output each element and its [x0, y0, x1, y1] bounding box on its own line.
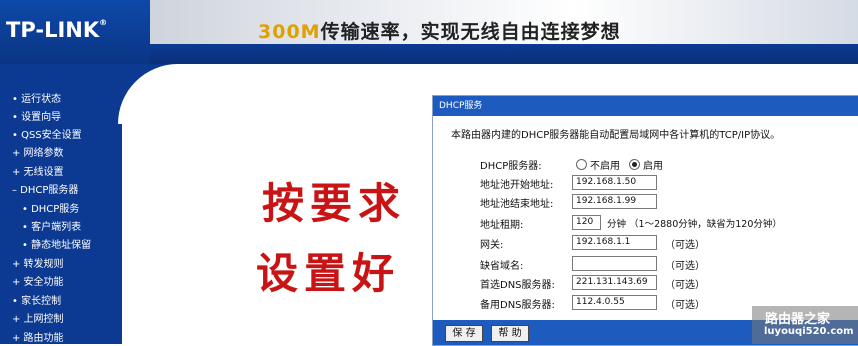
- pool-start-label: 地址池开始地址:: [480, 180, 554, 191]
- help-button[interactable]: 帮 助: [491, 325, 529, 342]
- radio-enable-label: 启用: [643, 161, 663, 172]
- dns2-input[interactable]: 112.4.0.55: [572, 295, 657, 310]
- pool-end-input[interactable]: 192.168.1.99: [572, 194, 657, 209]
- panel-title: DHCP服务: [433, 96, 858, 116]
- dhcp-server-label: DHCP服务器:: [480, 161, 542, 172]
- lease-label: 地址租期:: [480, 220, 524, 231]
- dns1-optional: （可选）: [665, 280, 705, 291]
- gateway-input[interactable]: 192.168.1.1: [572, 235, 657, 250]
- radio-enable-dot: [632, 162, 637, 167]
- pool-end-label: 地址池结束地址:: [480, 199, 554, 210]
- panel-description: 本路由器内建的DHCP服务器能自动配置局域网中各计算机的TCP/IP协议。: [451, 130, 781, 141]
- watermark-url: luyouqi520.com: [764, 326, 854, 337]
- radio-disable-label: 不启用: [590, 161, 620, 172]
- lease-input[interactable]: 120: [572, 215, 601, 230]
- dns2-optional: （可选）: [665, 300, 705, 311]
- domain-label: 缺省域名:: [480, 261, 524, 272]
- dns1-input[interactable]: 221.131.143.69: [572, 275, 657, 290]
- gateway-label: 网关:: [480, 240, 504, 251]
- gateway-optional: （可选）: [665, 240, 705, 251]
- radio-disable[interactable]: [576, 159, 587, 170]
- save-button[interactable]: 保 存: [445, 325, 483, 342]
- lease-hint: 分钟 （1～2880分钟，缺省为120分钟）: [607, 219, 782, 230]
- radio-enable[interactable]: [629, 159, 640, 170]
- domain-input[interactable]: [572, 256, 657, 271]
- pool-start-input[interactable]: 192.168.1.50: [572, 175, 657, 190]
- watermark-title: 路由器之家: [765, 312, 831, 327]
- dns2-label: 备用DNS服务器:: [480, 300, 555, 311]
- domain-optional: （可选）: [665, 261, 705, 272]
- dns1-label: 首选DNS服务器:: [480, 280, 555, 291]
